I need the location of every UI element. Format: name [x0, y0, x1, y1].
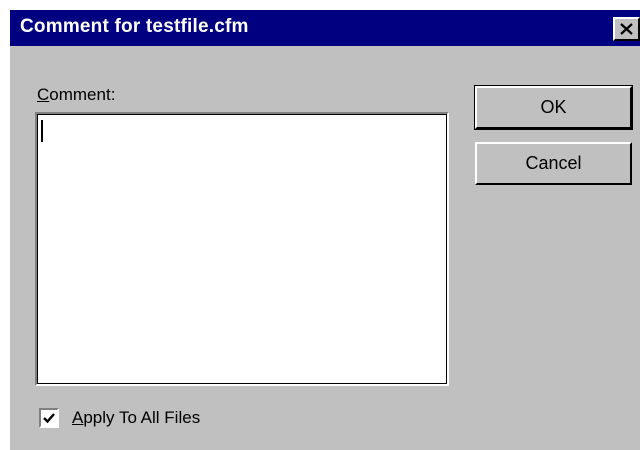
comment-label: Comment: [37, 85, 115, 105]
title-bar[interactable]: Comment for testfile.cfm [10, 10, 640, 46]
cancel-button[interactable]: Cancel [475, 142, 632, 185]
comment-dialog: Comment for testfile.cfm Comment: OK Can… [0, 0, 640, 450]
apply-all-text: pply To All Files [83, 408, 201, 427]
apply-all-checkbox[interactable] [39, 408, 59, 428]
apply-all-mnemonic: A [72, 408, 84, 427]
apply-all-label: Apply To All Files [72, 408, 200, 428]
close-button[interactable] [613, 17, 640, 41]
ok-button[interactable]: OK [474, 85, 633, 130]
comment-textarea[interactable] [35, 112, 449, 386]
comment-label-mnemonic: C [37, 85, 50, 104]
close-icon [620, 23, 633, 35]
comment-label-text: omment: [49, 85, 116, 104]
text-caret [41, 120, 43, 142]
checkmark-icon [43, 413, 55, 424]
apply-all-option[interactable]: Apply To All Files [39, 406, 200, 430]
window-title: Comment for testfile.cfm [20, 16, 249, 37]
